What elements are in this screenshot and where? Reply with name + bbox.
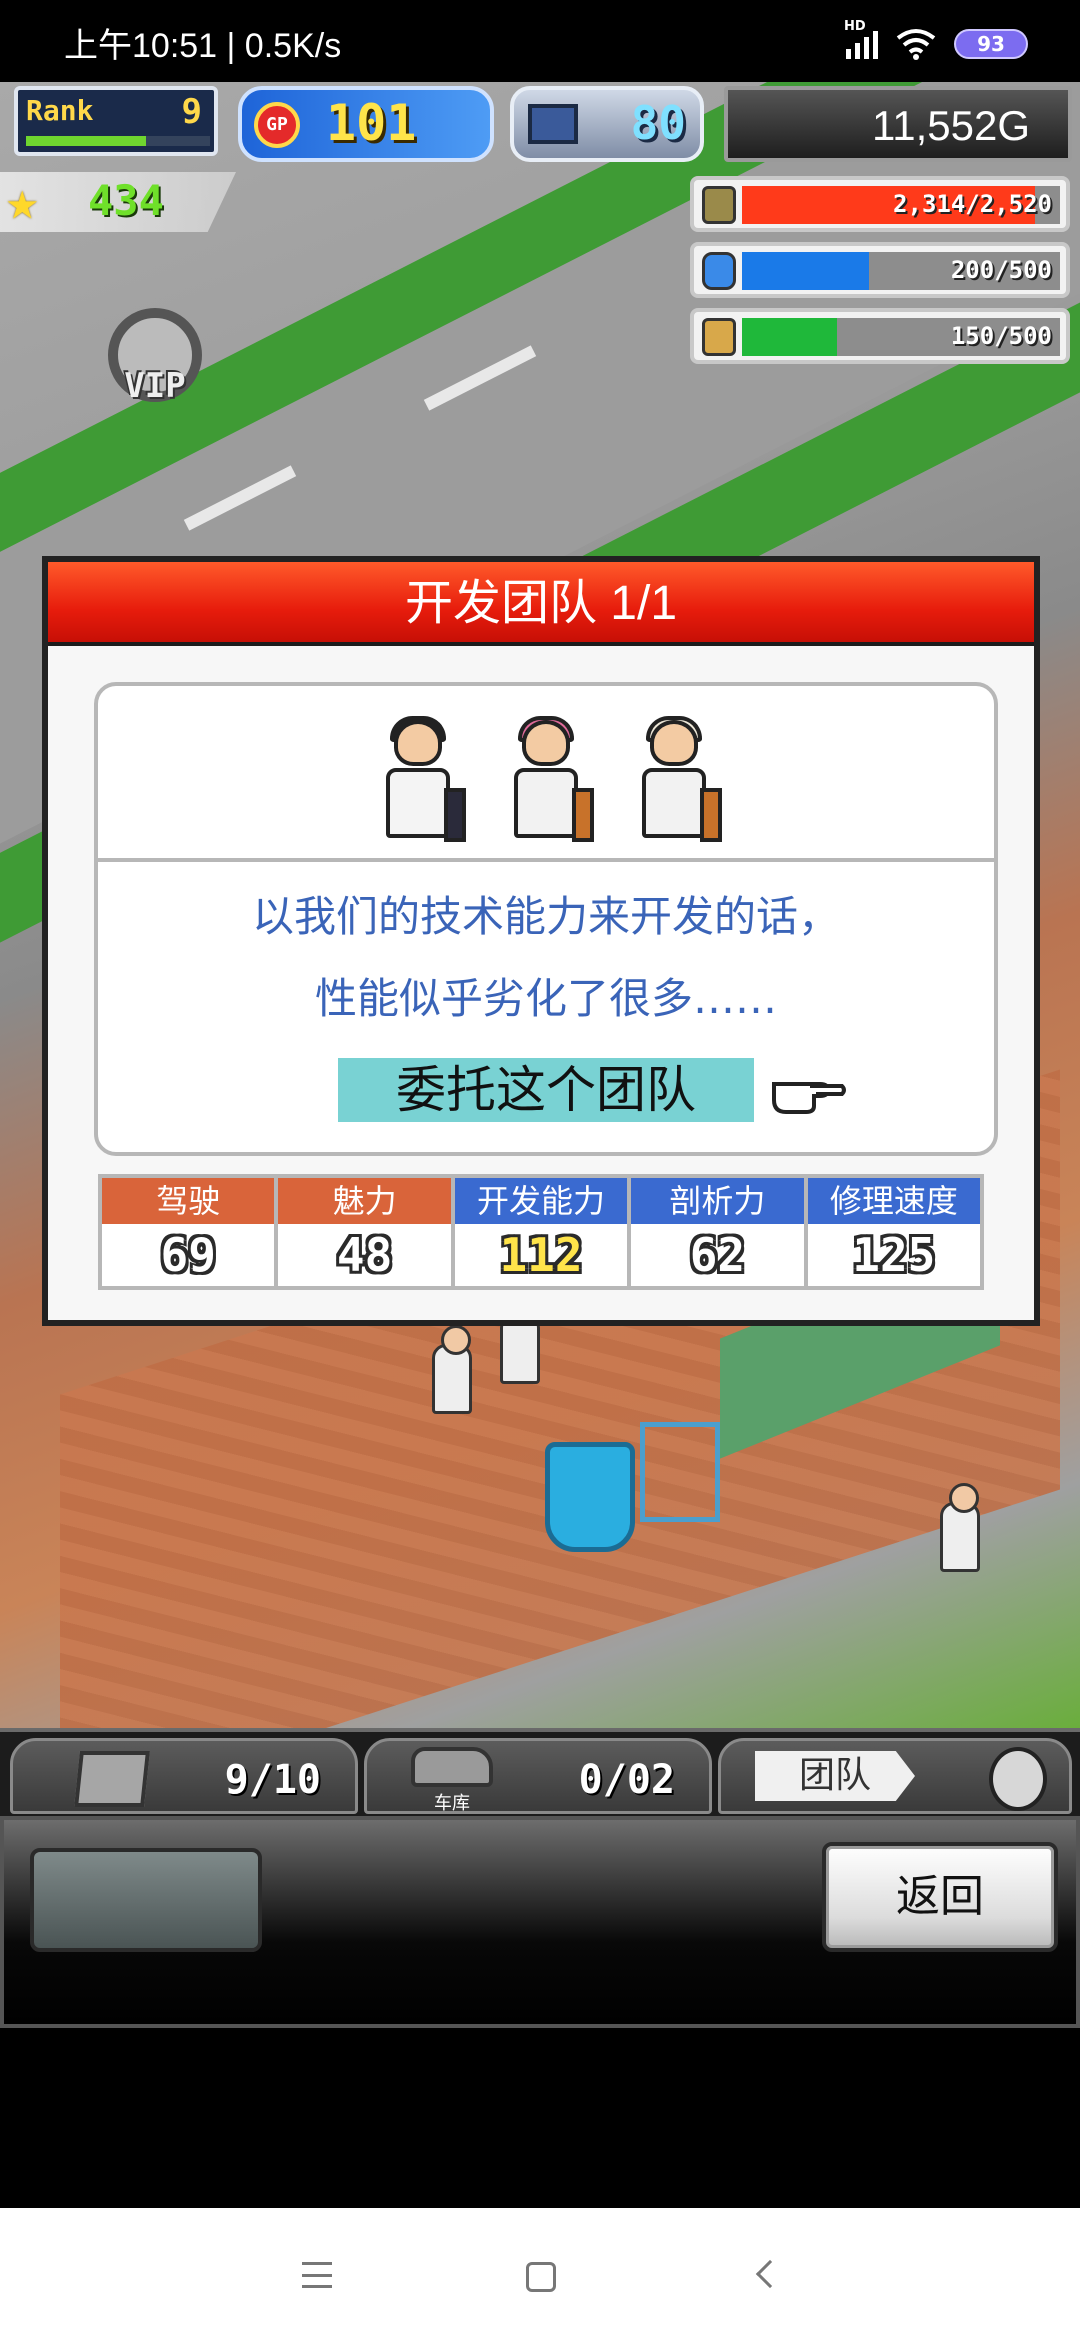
team-label: 团队 [755,1751,915,1801]
star-icon: ★ [6,169,39,232]
team-member-portrait [632,716,722,844]
network-type: HD [844,19,866,34]
stars-panel: ★ 434 [0,172,236,232]
tab-team[interactable]: 团队 [718,1738,1072,1814]
back-arrow-icon[interactable] [755,2259,785,2289]
battery-icon: 93 [954,29,1028,59]
vip-badge[interactable]: VIP [100,308,210,412]
stat-label: 修理速度 [807,1178,981,1224]
home-icon[interactable] [526,2262,556,2292]
stat-label: 剖析力 [631,1178,804,1224]
car-icon [411,1747,493,1787]
resource-fill [742,318,838,356]
dialog-message: 以我们的技术能力来开发的话， 性能似乎劣化了很多…… [98,876,994,1040]
stat-value: 48 [278,1224,451,1286]
team-portraits [98,686,994,862]
signal-icon: HD [844,19,878,59]
stat-label: 魅力 [278,1178,451,1224]
gp-panel[interactable]: GP 101 [238,86,494,162]
items-count: 9/10 [224,1757,321,1803]
menu-icon[interactable] [302,2262,332,2288]
money-value: 11,552G [871,102,1030,149]
empty-slot [30,1848,262,1952]
stat-label: 驾驶 [102,1178,275,1224]
stat-cell: 开发能力 112 [454,1178,632,1286]
bottom-tabs: 9/10 车库 0/02 团队 [0,1728,1080,1816]
wifi-icon [896,29,936,60]
dialog-content-panel: 以我们的技术能力来开发的话， 性能似乎劣化了很多…… 委托这个团队 [94,682,998,1156]
stat-value: 69 [102,1224,275,1286]
resource-bar-wheat: 150/500 [690,308,1070,364]
system-nav-bar [0,2208,1080,2340]
dialog-message-line: 性能似乎劣化了很多…… [314,974,777,1023]
resource-text: 150/500 [950,322,1052,350]
team-stats-table: 驾驶 69 魅力 48 开发能力 112 剖析力 62 修理速度 125 [98,1174,984,1290]
worker-sprite [432,1325,472,1414]
barrel-icon [702,186,736,224]
stat-value: 62 [631,1224,804,1286]
crate-icon [74,1751,150,1807]
resource-text: 200/500 [950,256,1052,284]
gp-coin-icon: GP [254,102,300,148]
trash-can-icon [545,1442,635,1552]
stat-cell: 驾驶 69 [102,1178,279,1286]
wheat-icon [702,318,736,356]
stat-value: 112 [454,1224,628,1286]
rank-progress-fill [26,136,146,146]
dialog-message-line: 以我们的技术能力来开发的话， [251,892,840,941]
entrust-row: 委托这个团队 [98,1058,994,1128]
worker-sprite [940,1483,980,1572]
face-icon [989,1747,1047,1811]
team-member-portrait [504,716,594,844]
resource-bar-fuel: 200/500 [690,242,1070,298]
tab-garage[interactable]: 车库 0/02 [364,1738,712,1814]
cart-icon [640,1422,720,1522]
rank-panel[interactable]: Rank 9 [14,86,218,156]
computer-icon [528,104,578,144]
status-icons: HD 93 [844,19,1028,64]
garage-label: 车库 [434,1793,470,1814]
dialog-title: 开发团队 1/1 [48,562,1034,646]
entrust-team-button[interactable]: 委托这个团队 [338,1058,754,1122]
resource-text: 2,314/2,520 [893,190,1052,218]
command-bar: 返回 [0,1816,1080,2028]
garage-count: 0/02 [578,1757,675,1803]
pointing-hand-icon [772,1082,846,1114]
vip-label: VIP [124,366,186,406]
dev-team-dialog: 开发团队 1/1 以我们的技术能力来开发的话， 性能似乎劣化了很多…… 委托这个… [42,556,1040,1326]
research-value: 80 [630,96,686,150]
status-bar: 上午10:51 | 0.5K/s HD 93 [0,0,1080,82]
money-panel: 11,552G [724,86,1072,162]
team-member-portrait [376,716,466,844]
rank-progress-bar [26,136,210,146]
stat-cell: 修理速度 125 [807,1178,981,1286]
resource-fill [742,252,870,290]
status-time: 上午10:51 | 0.5K/s [64,27,342,65]
rank-value: 9 [181,92,202,132]
rank-label: Rank [26,94,94,127]
stat-cell: 剖析力 62 [631,1178,808,1286]
resource-bar-parts: 2,314/2,520 [690,176,1070,232]
stat-label: 开发能力 [454,1178,628,1224]
gp-value: 101 [326,94,417,152]
tab-items[interactable]: 9/10 [10,1738,358,1814]
research-panel[interactable]: 80 [510,86,704,162]
stars-value: 434 [88,176,164,225]
back-button[interactable]: 返回 [822,1842,1058,1952]
stat-cell: 魅力 48 [278,1178,455,1286]
bottle-icon [702,252,736,290]
stat-value: 125 [807,1224,981,1286]
